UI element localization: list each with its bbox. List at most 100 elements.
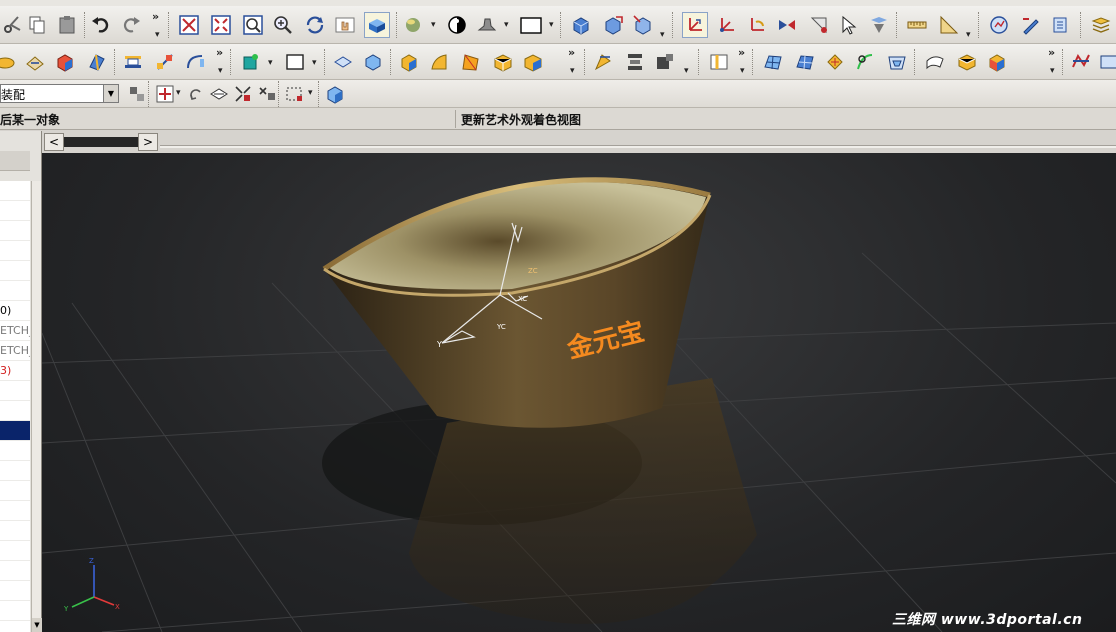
viewport-tab[interactable]	[64, 137, 138, 147]
measure-distance-icon[interactable]	[904, 12, 930, 38]
chevron-down-icon[interactable]: ▾	[431, 20, 436, 30]
navigator-row[interactable]	[0, 241, 30, 261]
navigator-row[interactable]	[0, 201, 30, 221]
pattern-icon[interactable]	[590, 49, 616, 75]
hole-icon[interactable]	[520, 49, 546, 75]
chamfer-icon[interactable]	[706, 49, 732, 75]
chevron-down-icon[interactable]: ▼	[103, 85, 118, 102]
wcs-origin-icon[interactable]	[714, 12, 740, 38]
chevron-down-icon[interactable]: ▾	[570, 66, 575, 76]
navigator-row[interactable]	[0, 261, 30, 281]
navigator-row[interactable]: 0)	[0, 301, 30, 321]
chevron-down-icon[interactable]: ▾	[312, 58, 317, 68]
view-iso-icon[interactable]	[600, 12, 626, 38]
box-icon[interactable]	[330, 49, 356, 75]
navigator-row[interactable]: 3)	[0, 361, 30, 381]
layers-icon[interactable]	[1088, 12, 1114, 38]
datum-axis-icon[interactable]	[152, 49, 178, 75]
revolve-icon[interactable]	[52, 49, 78, 75]
toolbar-overflow-icon[interactable]: »	[568, 46, 575, 59]
fill-icon[interactable]	[984, 49, 1010, 75]
redo-icon[interactable]	[118, 12, 144, 38]
measure-angle-icon[interactable]	[936, 12, 962, 38]
chevron-down-icon[interactable]: ▾	[218, 66, 223, 76]
analyze-icon[interactable]	[1068, 49, 1094, 75]
navigator-row[interactable]	[0, 181, 30, 201]
hat-icon[interactable]	[474, 12, 500, 38]
sweep-icon[interactable]	[84, 49, 110, 75]
draw-icon[interactable]	[1018, 12, 1044, 38]
rectangle-icon[interactable]	[282, 49, 308, 75]
paste-icon[interactable]	[54, 12, 80, 38]
sketch-icon[interactable]	[0, 49, 18, 75]
thicken-icon[interactable]	[792, 49, 818, 75]
render-icon[interactable]	[400, 12, 426, 38]
through-curves-icon[interactable]	[852, 49, 878, 75]
curve-icon[interactable]	[182, 49, 208, 75]
chevron-down-icon[interactable]: ▾	[268, 58, 273, 68]
copy-icon[interactable]	[24, 12, 50, 38]
pan-icon[interactable]	[332, 12, 358, 38]
navigator-row[interactable]: ETCH_	[0, 321, 30, 341]
studio-icon[interactable]	[954, 49, 980, 75]
cone-icon[interactable]	[426, 49, 452, 75]
navigator-row[interactable]	[0, 461, 30, 481]
mesh-icon[interactable]	[884, 49, 910, 75]
chevron-down-icon[interactable]: ▾	[1050, 66, 1055, 76]
extrude-icon[interactable]	[22, 49, 48, 75]
chevron-down-icon[interactable]: ▾	[308, 88, 313, 98]
navigator-row[interactable]	[0, 221, 30, 241]
point-icon[interactable]	[806, 12, 832, 38]
view-cube-icon[interactable]	[568, 12, 594, 38]
offset-icon[interactable]	[922, 49, 948, 75]
trim-icon[interactable]	[760, 49, 786, 75]
scroll-left-button[interactable]: <	[44, 133, 64, 151]
chevron-down-icon[interactable]: ▾	[549, 20, 554, 30]
sphere-icon[interactable]	[360, 49, 386, 75]
navigator-row[interactable]	[0, 441, 30, 461]
zoom-window-icon[interactable]	[208, 12, 234, 38]
constraint-icon[interactable]	[152, 81, 178, 107]
wcs-icon[interactable]	[682, 12, 708, 38]
navigator-row[interactable]	[0, 561, 30, 581]
background-icon[interactable]	[518, 12, 544, 38]
navigator-row[interactable]	[0, 521, 30, 541]
chevron-down-icon[interactable]: ▾	[660, 30, 665, 40]
mirror-icon[interactable]	[622, 49, 648, 75]
zoom-in-icon[interactable]	[270, 12, 296, 38]
toolbar-overflow-icon[interactable]: »	[216, 46, 223, 59]
scroll-right-button[interactable]: >	[138, 133, 158, 151]
reposition-icon[interactable]	[182, 81, 208, 107]
scroll-down-icon[interactable]: ▼	[32, 618, 42, 632]
navigator-row[interactable]	[0, 381, 30, 401]
chevron-down-icon[interactable]: ▾	[155, 30, 160, 40]
view-orient-icon[interactable]	[630, 12, 656, 38]
mate-icon[interactable]	[206, 81, 232, 107]
toolbar-overflow-icon[interactable]: »	[738, 46, 745, 59]
chevron-down-icon[interactable]: ▾	[684, 66, 689, 76]
snap-icon[interactable]	[774, 12, 800, 38]
select-icon[interactable]	[836, 12, 862, 38]
undo-icon[interactable]	[88, 12, 114, 38]
assembly-add-icon[interactable]	[124, 81, 150, 107]
component-icon[interactable]	[254, 81, 280, 107]
chevron-down-icon[interactable]: ▾	[176, 88, 181, 98]
color-wheel-icon[interactable]	[444, 12, 470, 38]
shaded-view-icon[interactable]	[364, 12, 390, 38]
navigator-row[interactable]	[0, 281, 30, 301]
ruled-icon[interactable]	[822, 49, 848, 75]
explode-icon[interactable]	[230, 81, 256, 107]
navigator-row[interactable]	[0, 501, 30, 521]
datum-plane-icon[interactable]	[120, 49, 146, 75]
surface-icon[interactable]	[458, 49, 484, 75]
chevron-down-icon[interactable]: ▾	[740, 66, 745, 76]
check-icon[interactable]	[1096, 49, 1116, 75]
assembly-combo[interactable]: 装配 ▼	[0, 84, 119, 103]
analysis-icon[interactable]	[986, 12, 1012, 38]
navigator-header[interactable]	[0, 151, 30, 171]
blend-icon[interactable]	[652, 49, 678, 75]
edit-icon[interactable]	[1048, 12, 1074, 38]
navigator-row[interactable]: ETCH_	[0, 341, 30, 361]
toolbar-overflow-icon[interactable]: »	[1048, 46, 1055, 59]
scissors-icon[interactable]	[0, 12, 26, 38]
